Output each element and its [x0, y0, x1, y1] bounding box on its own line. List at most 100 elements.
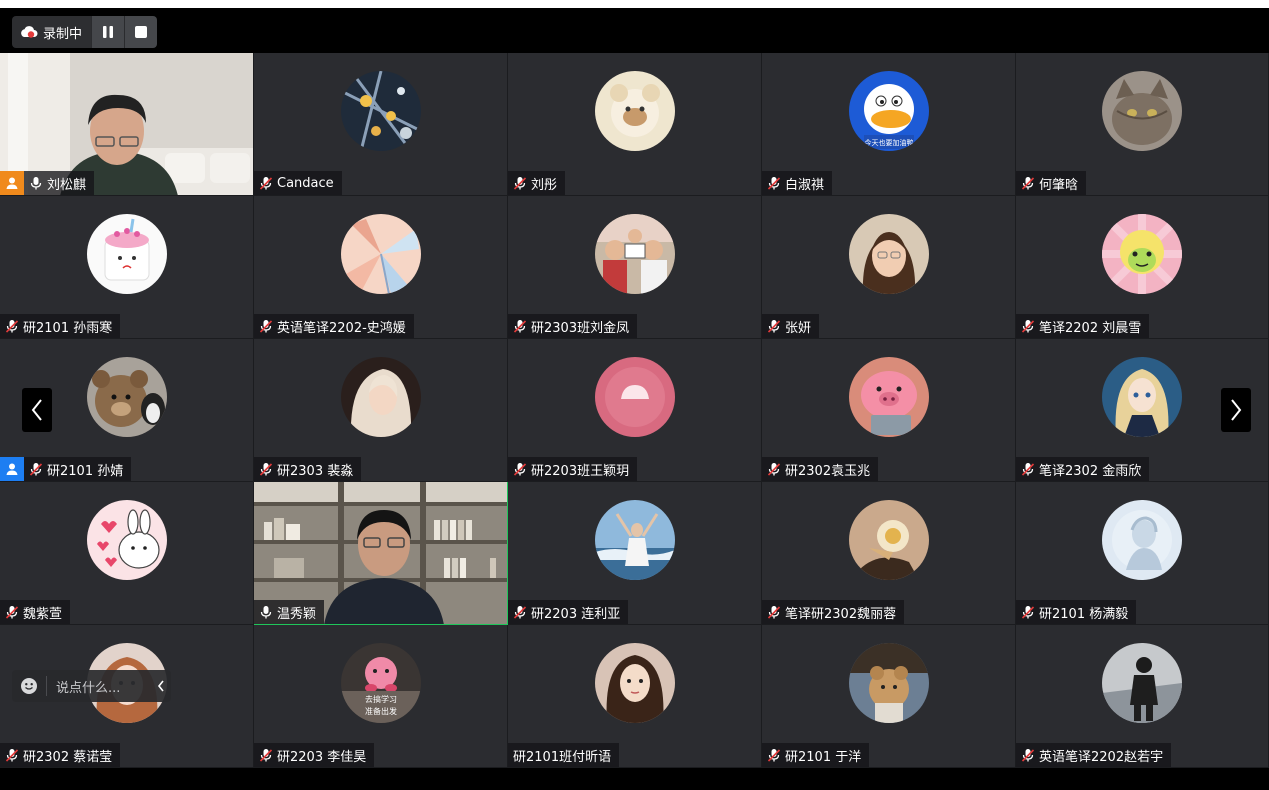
participant-nametag: 研2302 蔡诺莹: [0, 743, 121, 767]
recording-toolbar: 录制中: [12, 16, 158, 48]
cohost-badge: [0, 457, 24, 481]
chevron-left-icon: [157, 680, 164, 692]
participant-name: 笔译2302 金雨欣: [1039, 463, 1142, 479]
participant-avatar: [340, 214, 421, 294]
participant-name: 英语笔译2202-史鸿媛: [277, 320, 406, 336]
participant-nametag: 刘松麒: [24, 171, 95, 195]
participant-name: 研2101班付昕语: [513, 749, 612, 765]
chat-input-bar[interactable]: 说点什么...: [12, 670, 171, 702]
participant-tile[interactable]: Candace: [254, 53, 508, 196]
collapse-chat-button[interactable]: [151, 680, 171, 692]
mic-muted-icon: [259, 320, 273, 333]
mic-muted-icon: [513, 320, 527, 333]
participant-tile[interactable]: 英语笔译2202-史鸿媛: [254, 196, 508, 339]
previous-page-button[interactable]: [22, 388, 52, 432]
participant-name: 研2101 孙婧: [47, 463, 124, 479]
participant-tile[interactable]: 今天也要加油鸭 白淑祺: [762, 53, 1016, 196]
participant-nametag: 魏紫萱: [0, 600, 71, 624]
participant-avatar: [594, 500, 675, 580]
mic-muted-icon: [259, 177, 273, 190]
participant-tile[interactable]: 研2101 孙雨寒: [0, 196, 254, 339]
participant-nametag: 何肇晗: [1016, 171, 1087, 195]
participant-name: 研2101 杨满毅: [1039, 606, 1129, 622]
mic-muted-icon: [259, 463, 273, 476]
participant-avatar: 今天也要加油鸭: [848, 71, 929, 151]
participant-tile[interactable]: 魏紫萱: [0, 482, 254, 625]
participant-avatar: [1102, 214, 1182, 294]
pause-recording-button[interactable]: [91, 16, 125, 48]
bottom-bar: [0, 768, 1269, 790]
participant-nametag: 英语笔译2202赵若宇: [1016, 743, 1172, 767]
participant-tile[interactable]: 研2303 裴淼: [254, 339, 508, 482]
participant-name: 研2303 裴淼: [277, 463, 354, 479]
participant-name: 研2101 于洋: [785, 749, 862, 765]
participant-tile[interactable]: 刘松麒: [0, 53, 254, 196]
participant-avatar: [848, 357, 929, 437]
participant-nametag: 研2303 裴淼: [254, 457, 362, 481]
next-page-button[interactable]: [1221, 388, 1251, 432]
mic-muted-icon: [767, 177, 781, 190]
participant-nametag: Candace: [254, 171, 342, 195]
participant-nametag: 研2203 李佳昊: [254, 743, 375, 767]
participant-avatar: [86, 214, 167, 294]
participant-name: 刘松麒: [47, 177, 87, 193]
participant-tile[interactable]: 刘彤: [508, 53, 762, 196]
participant-nametag: 研2302袁玉兆: [762, 457, 879, 481]
participant-tile[interactable]: 研2302袁玉兆: [762, 339, 1016, 482]
participant-nametag: 刘彤: [508, 171, 566, 195]
participant-tile[interactable]: 英语笔译2202赵若宇: [1016, 625, 1269, 768]
mic-muted-icon: [767, 749, 781, 762]
avatar-caption-line2: 准备出发: [365, 706, 397, 716]
participant-name: 研2101 孙雨寒: [23, 320, 113, 336]
mic-muted-icon: [5, 320, 19, 333]
participant-tile-active-speaker[interactable]: 温秀颖: [254, 482, 508, 625]
participant-nametag: 研2203 连利亚: [508, 600, 629, 624]
participant-tile[interactable]: 何肇晗: [1016, 53, 1269, 196]
participant-tile[interactable]: 研2101 杨满毅: [1016, 482, 1269, 625]
participant-tile[interactable]: 研2203 连利亚: [508, 482, 762, 625]
person-icon: [6, 463, 18, 475]
participant-tile[interactable]: 研2101班付昕语: [508, 625, 762, 768]
avatar-caption-line1: 去搞学习: [365, 694, 397, 704]
stop-recording-button[interactable]: [124, 16, 158, 48]
emoji-button[interactable]: [12, 676, 47, 696]
participant-tile[interactable]: 去搞学习准备出发 研2203 李佳昊: [254, 625, 508, 768]
participant-name: 研2203 连利亚: [531, 606, 621, 622]
participant-name: 魏紫萱: [23, 606, 63, 622]
participant-tile[interactable]: 研2303班刘金凤: [508, 196, 762, 339]
participant-name: 研2302袁玉兆: [785, 463, 871, 479]
participant-tile[interactable]: 研2203班王颖玥: [508, 339, 762, 482]
mic-muted-icon: [1021, 463, 1035, 476]
participant-avatar: [86, 357, 167, 437]
participant-nametag: 研2303班刘金凤: [508, 314, 638, 338]
participant-nametag: 研2101 孙婧: [24, 457, 132, 481]
mic-muted-icon: [1021, 749, 1035, 762]
chevron-left-icon: [31, 399, 42, 421]
pause-icon: [103, 26, 114, 38]
participant-avatar: 去搞学习 准备出发: [340, 643, 421, 723]
mic-muted-icon: [1021, 320, 1035, 333]
participant-nametag: 笔译2302 金雨欣: [1016, 457, 1150, 481]
participant-tile[interactable]: 笔译2202 刘晨雪: [1016, 196, 1269, 339]
chat-input[interactable]: 说点什么...: [47, 677, 151, 696]
participant-tile[interactable]: 研2101 于洋: [762, 625, 1016, 768]
mic-muted-icon: [5, 749, 19, 762]
mic-muted-icon: [1021, 606, 1035, 619]
participant-name: Candace: [277, 175, 334, 191]
person-icon: [6, 177, 18, 189]
participant-nametag: 研2203班王颖玥: [508, 457, 638, 481]
participant-avatar: [86, 500, 167, 580]
participant-nametag: 研2101班付昕语: [508, 743, 620, 767]
smiley-icon: [21, 678, 37, 694]
participant-name: 研2203 李佳昊: [277, 749, 367, 765]
participant-avatar: [1102, 71, 1182, 151]
participant-tile[interactable]: 笔译研2302魏丽蓉: [762, 482, 1016, 625]
participant-nametag: 研2101 杨满毅: [1016, 600, 1137, 624]
mic-muted-icon: [767, 463, 781, 476]
participant-avatar: [340, 357, 421, 437]
recording-indicator[interactable]: 录制中: [12, 16, 92, 48]
stop-icon: [135, 26, 148, 38]
participant-tile[interactable]: 张妍: [762, 196, 1016, 339]
participant-name: 张妍: [785, 320, 812, 336]
host-badge: [0, 171, 24, 195]
